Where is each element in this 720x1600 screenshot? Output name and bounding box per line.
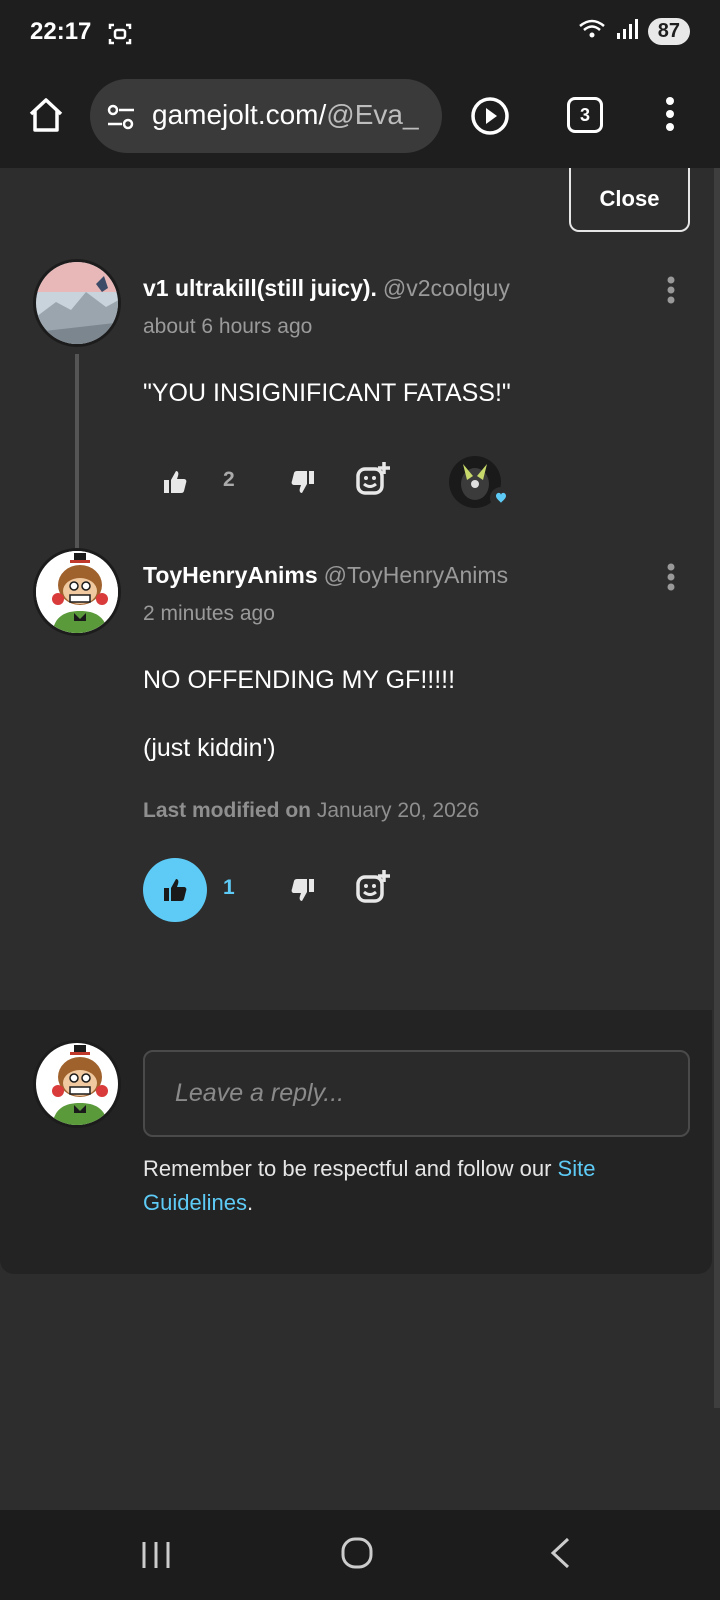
- comment-actions: 2: [143, 450, 643, 514]
- comment-options-icon[interactable]: [665, 275, 677, 310]
- reaction-sticker[interactable]: [443, 450, 512, 514]
- signal-icon: [616, 18, 638, 45]
- last-modified: Last modified on January 20, 2026: [143, 799, 480, 822]
- comment-handle[interactable]: @ToyHenryAnims: [324, 562, 508, 588]
- close-button[interactable]: Close: [569, 168, 690, 232]
- scrollbar[interactable]: [714, 168, 720, 1408]
- home-icon[interactable]: [26, 95, 66, 135]
- dislike-button[interactable]: [283, 870, 323, 910]
- comment-options-icon[interactable]: [665, 562, 677, 597]
- comment-timestamp: 2 minutes ago: [143, 602, 275, 625]
- wifi-icon: [578, 18, 606, 45]
- comment-handle[interactable]: @v2coolguy: [383, 275, 510, 301]
- status-bar: 22:17 87: [0, 0, 720, 70]
- reply-input[interactable]: Leave a reply...: [143, 1050, 690, 1137]
- recent-apps-icon[interactable]: [140, 1540, 172, 1575]
- comment-body-line: (just kiddin'): [143, 734, 276, 762]
- more-icon[interactable]: [665, 96, 675, 137]
- avatar[interactable]: [33, 259, 121, 347]
- add-reaction-icon[interactable]: [353, 868, 393, 908]
- add-reaction-icon[interactable]: [353, 460, 393, 500]
- browser-toolbar: gamejolt.com/@Eva_ 3: [0, 70, 720, 168]
- play-icon[interactable]: [470, 96, 510, 141]
- comment-timestamp: about 6 hours ago: [143, 315, 313, 338]
- avatar[interactable]: [33, 1040, 121, 1128]
- avatar[interactable]: [33, 548, 121, 636]
- screenshot-icon: [108, 22, 132, 51]
- like-button[interactable]: [143, 858, 207, 922]
- comment-author[interactable]: ToyHenryAnims @ToyHenryAnims: [143, 562, 508, 589]
- reply-panel: Leave a reply... Remember to be respectf…: [0, 1010, 712, 1274]
- comment-body-line: NO OFFENDING MY GF!!!!!: [143, 666, 456, 694]
- dislike-button[interactable]: [283, 462, 323, 502]
- like-count: 1: [223, 876, 235, 899]
- like-button[interactable]: [143, 450, 207, 514]
- comment-thread: Close v1 ultrakill(still juicy). @v2coolg…: [0, 168, 720, 1510]
- status-time: 22:17: [30, 18, 92, 45]
- home-nav-icon[interactable]: [340, 1536, 374, 1575]
- guidelines-note: Remember to be respectful and follow our…: [143, 1156, 596, 1215]
- tune-icon[interactable]: [106, 103, 136, 136]
- comment-author[interactable]: v1 ultrakill(still juicy). @v2coolguy: [143, 275, 510, 302]
- comment-actions: 1: [143, 858, 643, 922]
- comment-body: "YOU INSIGNIFICANT FATASS!": [143, 379, 511, 407]
- tabs-button[interactable]: 3: [567, 97, 603, 133]
- url-text: gamejolt.com/@Eva_: [152, 99, 419, 130]
- url-bar[interactable]: gamejolt.com/@Eva_: [90, 79, 442, 153]
- battery-indicator: 87: [647, 18, 690, 45]
- thread-line: [75, 354, 79, 554]
- like-count: 2: [223, 468, 235, 491]
- back-icon[interactable]: [548, 1536, 572, 1575]
- system-nav-bar: [0, 1510, 720, 1600]
